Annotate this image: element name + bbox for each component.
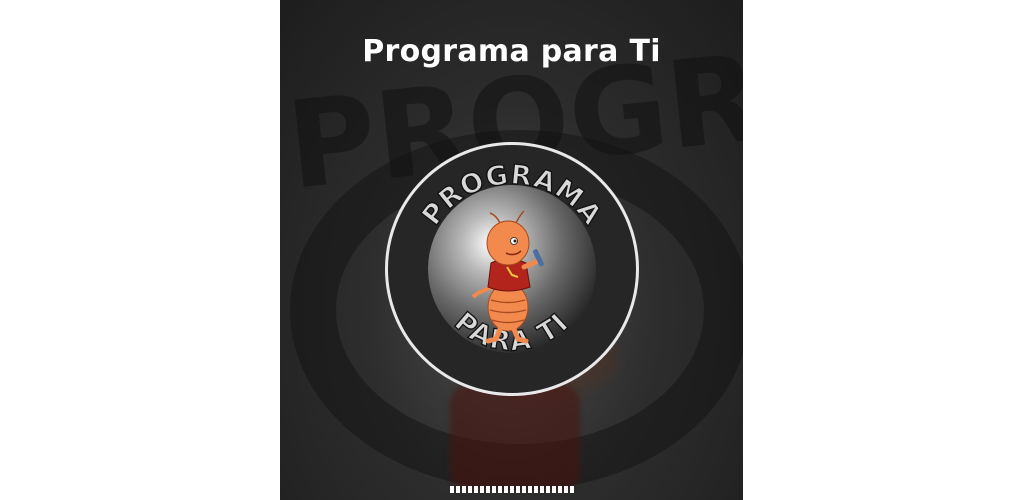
- background-character-body-blur: [450, 385, 580, 490]
- program-logo: PROGRAMA PARA TI: [415, 159, 607, 359]
- screen-title: Programa para Ti: [362, 34, 661, 69]
- logo-circle: PROGRAMA PARA TI: [385, 142, 639, 396]
- loading-progress-bar: [450, 486, 576, 493]
- splash-screen: PROGRA Programa para Ti PROGRAMA PARA TI: [280, 0, 743, 500]
